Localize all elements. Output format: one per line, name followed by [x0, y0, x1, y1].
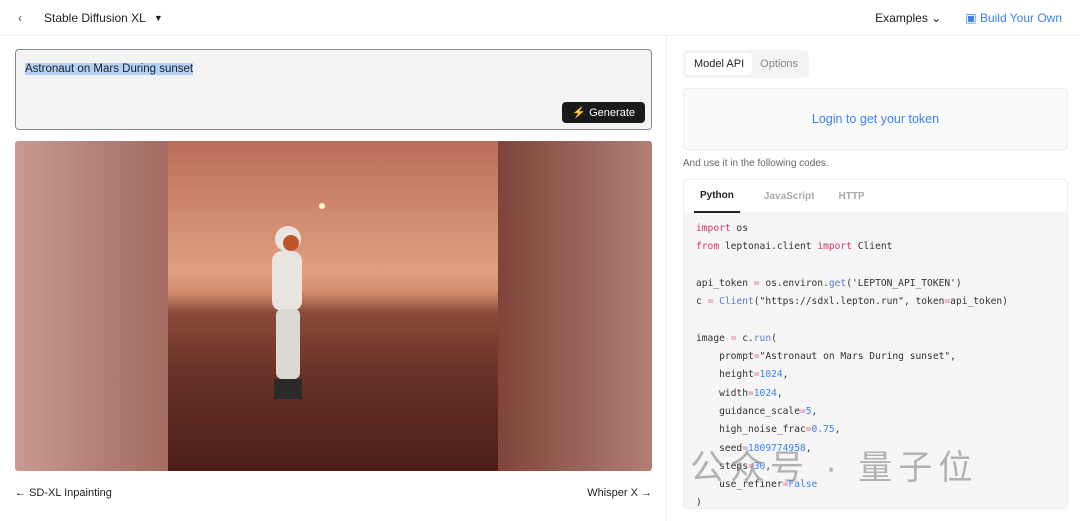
- code-line: prompt="Astronaut on Mars During sunset"…: [696, 348, 1055, 366]
- code-token: ,: [811, 405, 818, 417]
- examples-dropdown[interactable]: Examples ⌄: [875, 11, 941, 25]
- code-token: api_token: [696, 277, 754, 289]
- code-token: 1024: [759, 369, 783, 381]
- login-token-link[interactable]: Login to get your token: [683, 88, 1068, 150]
- wand-icon: ⚡: [572, 107, 587, 119]
- code-token: ,: [834, 424, 841, 436]
- code-token: get: [828, 277, 847, 289]
- prompt-input[interactable]: Astronaut on Mars During sunset ⚡ Genera…: [15, 49, 652, 130]
- code-token: api_token): [950, 296, 1008, 308]
- generate-label: Generate: [589, 107, 635, 119]
- code-token: os: [730, 223, 748, 234]
- tab-model-api[interactable]: Model API: [686, 53, 753, 75]
- build-icon: ▣: [965, 10, 977, 25]
- prev-model-link[interactable]: ← SD-XL Inpainting: [15, 487, 112, 499]
- code-line: high_noise_frac=0.75,: [696, 421, 1055, 439]
- sun: [319, 203, 325, 209]
- top-bar: ‹ Stable Diffusion XL ▼ Examples ⌄ ▣ Bui…: [0, 0, 1080, 36]
- code-token: Client: [851, 241, 893, 253]
- tab-http[interactable]: HTTP: [838, 191, 864, 202]
- code-line: image = c.run(: [696, 330, 1055, 348]
- code-line: api_token = os.environ.get('LEPTON_API_T…: [696, 275, 1055, 293]
- code-line: width=1024,: [696, 385, 1055, 403]
- astronaut-figure: [272, 226, 302, 399]
- code-token: import: [696, 223, 731, 234]
- code-token: run: [753, 332, 772, 344]
- code-token: c: [696, 296, 708, 308]
- model-selector[interactable]: Stable Diffusion XL: [44, 11, 146, 25]
- code-token: 1024: [753, 387, 777, 399]
- next-model-link[interactable]: Whisper X →: [587, 487, 652, 499]
- code-line: ): [696, 494, 1055, 509]
- code-token: from: [696, 241, 720, 253]
- code-token: high_noise_frac: [696, 424, 806, 436]
- generate-button[interactable]: ⚡ Generate: [562, 102, 645, 123]
- build-your-own-link[interactable]: ▣ Build Your Own: [965, 11, 1062, 25]
- code-token: ("https://sdxl.lepton.run", token: [753, 296, 945, 308]
- code-token: image: [696, 332, 731, 344]
- code-token: leptonai.client: [719, 241, 818, 253]
- code-token: prompt: [696, 351, 754, 363]
- code-token: ('LEPTON_API_TOKEN'): [846, 277, 962, 289]
- code-token: Client: [719, 296, 754, 308]
- tab-options[interactable]: Options: [752, 53, 806, 75]
- code-line: import os: [696, 220, 1055, 238]
- code-token: width: [696, 387, 748, 399]
- caret-down-icon[interactable]: ▼: [154, 13, 163, 23]
- tab-javascript[interactable]: JavaScript: [764, 191, 815, 202]
- code-token: guidance_scale: [696, 405, 800, 417]
- left-panel: Astronaut on Mars During sunset ⚡ Genera…: [15, 49, 652, 499]
- divider: [666, 36, 667, 521]
- examples-label: Examples: [875, 10, 928, 25]
- code-token: ,: [776, 387, 783, 399]
- code-line: c = Client("https://sdxl.lepton.run", to…: [696, 293, 1055, 311]
- code-token: c.: [736, 332, 754, 344]
- generated-image: [15, 141, 652, 471]
- code-token: height: [696, 369, 754, 381]
- code-token: 0.75: [811, 424, 835, 436]
- chevron-left-icon[interactable]: ‹: [18, 11, 22, 25]
- code-line: height=1024,: [696, 366, 1055, 384]
- watermark: 公众号 · 量子位: [690, 449, 979, 487]
- prompt-text[interactable]: Astronaut on Mars During sunset: [25, 63, 194, 75]
- code-token: ): [696, 497, 702, 509]
- code-token: (: [771, 332, 777, 344]
- build-label: Build Your Own: [979, 10, 1062, 25]
- code-line: from leptonai.client import Client: [696, 238, 1055, 256]
- code-token: os.environ.: [759, 277, 829, 289]
- code-token: "Astronaut on Mars During sunset",: [759, 351, 956, 363]
- chevron-down-icon: ⌄: [931, 10, 942, 25]
- usage-hint: And use it in the following codes.: [683, 158, 829, 169]
- code-token: import: [817, 241, 852, 253]
- code-token: ,: [782, 369, 789, 381]
- tab-python[interactable]: Python: [694, 180, 740, 213]
- code-line: guidance_scale=5,: [696, 403, 1055, 421]
- mars-scene: [168, 141, 498, 471]
